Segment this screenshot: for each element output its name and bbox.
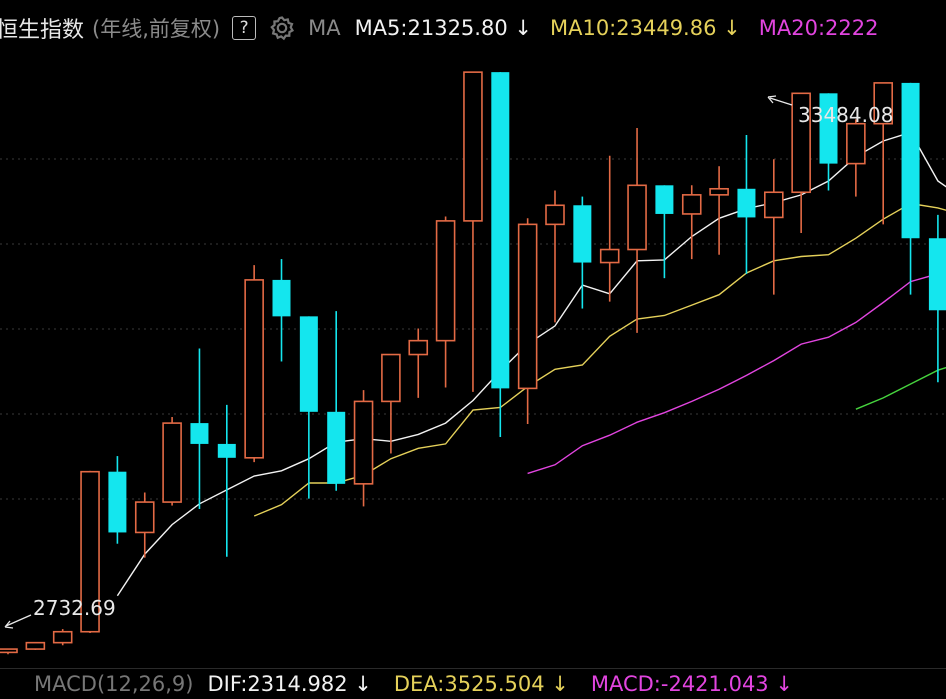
candle[interactable] (272, 259, 291, 362)
macd-indicator-bar: MACD(12,26,9) DIF:2314.982 ↓ DEA:3525.50… (0, 668, 946, 699)
candle-body-down (901, 82, 920, 239)
candle[interactable] (299, 316, 318, 499)
candle[interactable] (435, 216, 456, 388)
candle-body-down (272, 279, 291, 317)
candle[interactable] (217, 404, 236, 557)
low-annotation-label: 2732.69 (33, 596, 116, 620)
candle[interactable] (244, 265, 264, 463)
ma10-value: MA10:23449.86 ↓ (549, 16, 741, 40)
low-annotation-arrow (5, 614, 32, 627)
price-annotations: 33484.08 2732.69 (4, 95, 893, 629)
candle-body-down (655, 185, 674, 214)
candle-body-up (353, 400, 374, 485)
candle-body-up (0, 648, 18, 654)
candle-body-up (463, 71, 483, 222)
candle[interactable] (381, 353, 401, 454)
ma30-line (855, 366, 946, 410)
candle-body-down (573, 205, 592, 263)
candle[interactable] (52, 629, 73, 646)
candle[interactable] (681, 185, 702, 260)
candle[interactable] (655, 185, 674, 279)
candle[interactable] (928, 214, 946, 383)
dif-value: DIF:2314.982 ↓ (207, 672, 372, 696)
ma-label[interactable]: MA (308, 16, 340, 40)
candle-body-down (327, 411, 346, 484)
candle-body-up (627, 184, 647, 251)
candle-body-up (681, 194, 702, 215)
indicator-header: 恒生指数 (年线,前复权) ? MA MA5:21325.80 ↓ MA10:2… (0, 0, 946, 56)
candle[interactable] (709, 166, 729, 255)
candle-body-up (134, 501, 155, 534)
candle-body-up (709, 187, 729, 196)
candle[interactable] (846, 119, 866, 197)
candle[interactable] (599, 155, 620, 302)
help-button[interactable]: ? (232, 16, 257, 40)
candle-body-up (408, 339, 429, 356)
ma20-value: MA20:2222 (758, 16, 879, 40)
candle[interactable] (108, 456, 127, 544)
candle-body-up (517, 223, 538, 390)
candle-body-up (162, 422, 182, 503)
candle[interactable] (517, 218, 538, 424)
candle[interactable] (327, 311, 346, 491)
candle[interactable] (491, 72, 510, 437)
macd-value: MACD:-2421.043 ↓ (590, 672, 793, 696)
candle-body-up (763, 191, 784, 219)
gear-icon[interactable] (268, 14, 296, 42)
candle-body-up (25, 641, 46, 650)
dea-value: DEA:3525.504 ↓ (393, 672, 569, 696)
candle[interactable] (737, 134, 756, 274)
candle-body-down (928, 238, 946, 311)
ma5-value: MA5:21325.80 ↓ (354, 16, 532, 40)
candle[interactable] (763, 159, 784, 295)
candle-body-up (435, 220, 456, 342)
candlestick-chart[interactable]: 33484.08 2732.69 (0, 56, 946, 668)
index-title[interactable]: 恒生指数 (0, 12, 84, 44)
candle-body-up (846, 122, 866, 165)
candle-body-down (737, 188, 756, 218)
candle[interactable] (408, 328, 429, 398)
candle[interactable] (25, 641, 46, 650)
candle[interactable] (162, 417, 182, 506)
candle-body-up (381, 353, 401, 403)
candle[interactable] (190, 348, 209, 510)
candle-body-up (244, 279, 264, 459)
candle[interactable] (463, 71, 483, 392)
candle[interactable] (545, 190, 565, 323)
candle[interactable] (901, 82, 920, 295)
candle[interactable] (573, 196, 592, 309)
macd-params-label[interactable]: MACD(12,26,9) (34, 672, 194, 696)
period-adjustment-label[interactable]: (年线,前复权) (92, 13, 220, 43)
candle-body-down (217, 443, 236, 458)
candle-body-down (108, 471, 127, 533)
high-annotation-label: 33484.08 (798, 103, 893, 127)
candle-body-up (599, 248, 620, 264)
candle-body-down (491, 72, 510, 389)
candle-body-down (190, 423, 209, 444)
candle-body-up (545, 204, 565, 226)
high-annotation-arrow (769, 97, 793, 106)
candles (0, 71, 946, 655)
candle-body-up (52, 630, 73, 644)
candle-body-down (299, 316, 318, 412)
candle[interactable] (353, 390, 374, 507)
candle[interactable] (0, 648, 18, 655)
